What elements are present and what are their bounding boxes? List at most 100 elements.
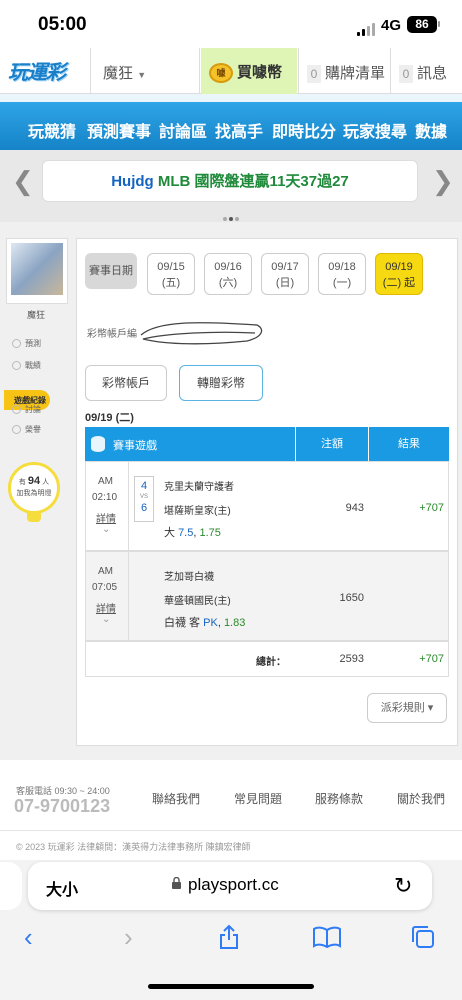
messages-label: 訊息 (417, 65, 448, 82)
chevron-left-icon[interactable]: ❮ (12, 166, 34, 197)
score-box: 4 VS 6 (134, 476, 154, 522)
record-icon (12, 361, 21, 371)
bet-amount: 943 (345, 502, 364, 514)
battery-icon: 86 (407, 16, 437, 33)
date-tab-0918[interactable]: 09/18 (一) (318, 253, 366, 295)
detail-link[interactable]: 詳情 (96, 600, 116, 615)
copyright-text: © 2023 玩運彩 法律顧問：漢英得力法律事務所 陳鎮宏律師 (16, 842, 251, 852)
signal-icon (357, 18, 377, 36)
site-footer: 客服電話 09:30 ~ 24:00 07-9700123 聯絡我們 常見問題 … (0, 760, 462, 860)
nav-predict[interactable]: 預測賽事 (87, 118, 151, 142)
tabs-icon[interactable] (410, 924, 436, 950)
messages-link[interactable]: 0 訊息 (390, 48, 462, 94)
nav-data[interactable]: 數據 (415, 118, 447, 142)
browser-toolbar: 大小 playsport.cc ↻ ‹ › (0, 860, 462, 1000)
site-logo[interactable]: 玩運彩 (8, 56, 78, 84)
previous-tab-stub[interactable] (0, 862, 22, 910)
col-header-result: 結果 (369, 427, 449, 461)
sidebar-item-honor[interactable]: 榮譽 (12, 424, 41, 435)
total-amount: 2593 (339, 653, 364, 665)
banner-item[interactable]: Hujdg MLB 國際盤連贏11天37過27 (42, 160, 418, 202)
user-menu[interactable]: 魔狂 ▼ (90, 48, 200, 94)
back-icon[interactable]: ‹ (24, 922, 33, 953)
reload-icon[interactable]: ↻ (394, 873, 412, 899)
caret-down-icon: ▼ (137, 70, 147, 80)
home-team: 堪薩斯皇家(主) (164, 506, 231, 517)
chevron-right-icon[interactable]: ❯ (432, 166, 454, 197)
predict-icon (12, 339, 21, 349)
content-area: 魔狂 預測 戰績 遊戲紀錄 討論 榮譽 有 94 人加我為明燈 賽事日期 09/… (0, 222, 462, 760)
forward-icon[interactable]: › (124, 922, 133, 953)
coin-account-button[interactable]: 彩幣帳戶 (85, 365, 167, 401)
bulb-icon: 有 94 人加我為明燈 (8, 462, 60, 514)
nav-experts[interactable]: 找高手 (215, 118, 263, 142)
lock-icon (172, 877, 181, 889)
date-tab-0919-active[interactable]: 09/19 (二) 起 (375, 253, 423, 295)
detail-link[interactable]: 詳情 (96, 510, 116, 525)
away-team: 芝加哥白襪 (164, 572, 214, 583)
main-nav: 玩競猜 預測賽事 討論區 找高手 即時比分 玩家搜尋 數據 (0, 94, 462, 150)
status-bar: 05:00 4G 86 (0, 0, 462, 48)
site-header: 玩運彩 魔狂 ▼ 噱買噱幣 0 購牌清單 0 訊息 (0, 48, 462, 94)
buy-coins-button[interactable]: 噱買噱幣 (201, 48, 297, 94)
nav-player-search[interactable]: 玩家搜尋 (343, 118, 407, 142)
clock: 05:00 (38, 14, 87, 35)
cart-label: 購牌清單 (325, 65, 386, 82)
avatar[interactable] (6, 238, 68, 304)
user-menu-label: 魔狂 (103, 65, 134, 82)
date-tab-0917[interactable]: 09/17 (日) (261, 253, 309, 295)
date-tab-0915[interactable]: 09/15 (五) (147, 253, 195, 295)
records-panel: 賽事日期 09/15 (五) 09/16 (六) 09/17 (日) 09/18 (一)… (76, 238, 458, 746)
table-row: AM 02:10 詳情 ⌄ 4 VS 6 克里夫蘭守護者 堪薩斯皇家(主) 大 7.… (85, 461, 449, 552)
url-text: playsport.cc (188, 875, 279, 894)
bookmarks-icon[interactable] (312, 926, 342, 948)
honor-icon (12, 425, 21, 435)
fans-bulb[interactable]: 有 94 人加我為明燈 (8, 462, 68, 532)
sidebar-item-predict[interactable]: 預測 (12, 338, 41, 349)
redaction-scribble (140, 322, 263, 345)
total-row: 總計： 2593 +707 (85, 641, 449, 677)
sidebar-item-record[interactable]: 戰績 (12, 360, 41, 371)
battery-tip (438, 21, 440, 27)
nav-forum[interactable]: 討論區 (159, 118, 207, 142)
footer-contact-link[interactable]: 聯絡我們 (152, 790, 200, 807)
chevron-down-icon[interactable]: ⌄ (102, 614, 110, 625)
cart-count: 0 (307, 65, 321, 83)
table-row: AM 07:05 詳情 ⌄ 芝加哥白襪 華盛頓國民(主) 白襪 客 PK, 1.… (85, 551, 449, 642)
address-bar[interactable]: 大小 playsport.cc ↻ (28, 862, 432, 910)
account-number-label: 彩幣帳戶編 (87, 329, 137, 340)
text-size-button[interactable]: 大小 (46, 876, 78, 900)
database-icon (91, 436, 105, 452)
away-team: 克里夫蘭守護者 (164, 482, 234, 493)
bet-result: +707 (419, 502, 444, 514)
total-result: +707 (419, 653, 444, 665)
banner-carousel: ❮ Hujdg MLB 國際盤連贏11天37過27 ❯ (0, 150, 462, 222)
bet-info: 大 7.5, 1.75 (164, 527, 221, 539)
payout-rules-button[interactable]: 派彩規則 ▾ (367, 693, 447, 723)
col-header-game: 賽事遊戲 (85, 427, 295, 461)
chevron-down-icon[interactable]: ⌄ (102, 524, 110, 535)
fans-count: 94 (27, 475, 41, 487)
date-label: 賽事日期 (85, 253, 137, 289)
footer-about-link[interactable]: 關於我們 (397, 790, 445, 807)
hotline-number[interactable]: 07-9700123 (14, 796, 110, 817)
buy-coins-label: 買噱幣 (237, 64, 283, 81)
nav-guess[interactable]: 玩競猜 (28, 118, 76, 142)
bet-amount: 1650 (339, 592, 364, 604)
total-label: 總計： (256, 657, 286, 668)
discuss-icon (12, 405, 21, 415)
sidebar-item-discuss[interactable]: 討論 (12, 404, 41, 415)
footer-faq-link[interactable]: 常見問題 (234, 790, 282, 807)
network-label: 4G (381, 17, 402, 34)
col-header-amount: 注額 (296, 427, 368, 461)
coin-icon: 噱 (209, 63, 233, 84)
home-indicator (148, 984, 314, 989)
share-icon[interactable] (218, 924, 240, 950)
nav-live-score[interactable]: 即時比分 (272, 118, 336, 142)
banner-user: Hujdg (111, 173, 154, 190)
cart-link[interactable]: 0 購牌清單 (298, 48, 390, 94)
transfer-coins-button[interactable]: 轉贈彩幣 (179, 365, 263, 401)
footer-terms-link[interactable]: 服務條款 (315, 790, 363, 807)
date-tab-0916[interactable]: 09/16 (六) (204, 253, 252, 295)
banner-text: MLB 國際盤連贏11天37過27 (157, 173, 349, 190)
